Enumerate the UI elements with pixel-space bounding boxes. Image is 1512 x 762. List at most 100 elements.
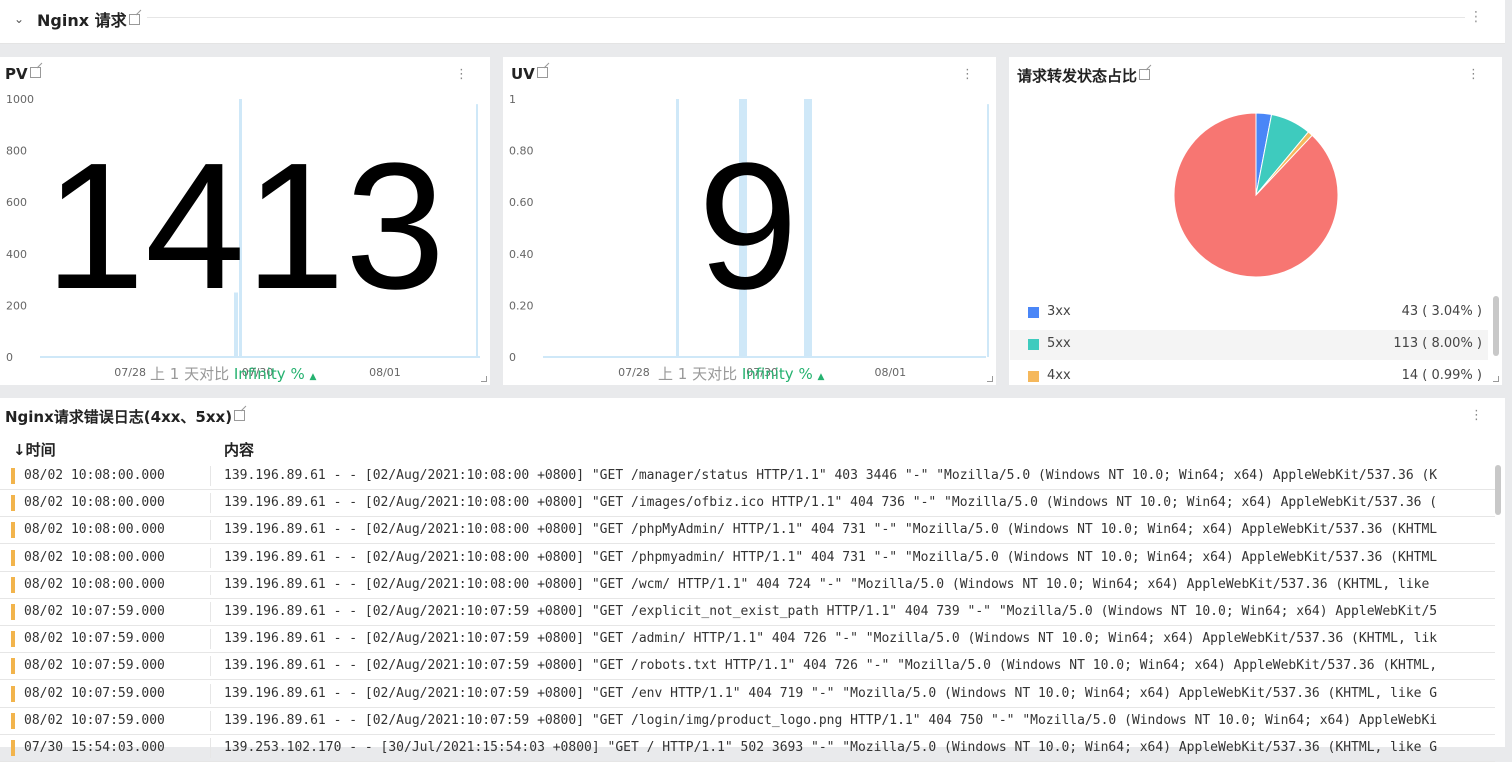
y-tick-label: 200 — [6, 299, 27, 312]
legend-scrollbar[interactable] — [1493, 296, 1499, 356]
y-tick-label: 600 — [6, 196, 27, 209]
level-marker — [11, 631, 15, 648]
pv-panel: PV ⋮ 1000 800 600 400 200 0 07/28 07/30 08/01 14… — [0, 57, 490, 385]
row-content: 139.196.89.61 - - [02/Aug/2021:10:07:59 … — [224, 631, 1438, 647]
pv-compare-label: 上 1 天对比 — [150, 365, 230, 383]
row-content: 139.196.89.61 - - [02/Aug/2021:10:07:59 … — [224, 604, 1438, 619]
column-divider — [210, 738, 211, 758]
y-tick-label: 0 — [6, 351, 13, 364]
y-tick-label: 0.20 — [509, 299, 534, 312]
level-marker — [11, 549, 15, 566]
pie-chart — [1173, 112, 1339, 278]
row-content: 139.196.89.61 - - [02/Aug/2021:10:08:00 … — [224, 549, 1438, 565]
uv-compare-label: 上 1 天对比 — [658, 365, 738, 383]
table-row[interactable]: 08/02 10:07:59.000 139.196.89.61 - - [02/… — [0, 681, 1495, 708]
legend-item-4xx[interactable]: 4xx 14 ( 0.99% ) — [1010, 362, 1488, 392]
level-marker — [11, 685, 15, 702]
table-row[interactable]: 08/02 10:07:59.000 139.196.89.61 - - [02/… — [0, 653, 1495, 681]
row-content: 139.196.89.61 - - [02/Aug/2021:10:07:59 … — [224, 658, 1438, 674]
row-content: 139.196.89.61 - - [02/Aug/2021:10:08:00 … — [224, 522, 1438, 538]
row-content: 139.196.89.61 - - [02/Aug/2021:10:07:59 … — [224, 712, 1438, 728]
pv-compare-value: Infinity % — [233, 365, 305, 383]
table-row[interactable]: 08/02 10:07:59.000 139.196.89.61 - - [02/… — [0, 708, 1495, 735]
row-time: 08/02 10:08:00.000 — [24, 549, 165, 565]
more-icon[interactable]: ⋮ — [1469, 8, 1483, 26]
column-header-time[interactable]: ↓时间 — [13, 439, 56, 460]
uv-compare: 上 1 天对比 Infinity % ▲ — [658, 363, 824, 384]
level-marker — [11, 468, 15, 484]
column-divider — [210, 683, 211, 704]
column-divider — [210, 493, 211, 514]
x-tick-label: 07/28 — [114, 366, 146, 379]
column-divider — [210, 656, 211, 677]
level-marker — [11, 740, 15, 756]
pie-slice-other[interactable] — [1173, 112, 1339, 278]
row-time: 08/02 10:07:59.000 — [24, 604, 165, 619]
edit-icon[interactable] — [234, 410, 246, 421]
table-row[interactable]: 08/02 10:08:00.000 139.196.89.61 - - [02/… — [0, 545, 1495, 572]
legend-swatch — [1028, 339, 1039, 350]
legend-label: 3xx — [1047, 304, 1071, 319]
legend-label: 5xx — [1047, 336, 1071, 351]
row-time: 08/02 10:08:00.000 — [24, 468, 165, 483]
uv-panel: UV ⋮ 1 0.80 0.60 0.40 0.20 0 07/28 07/30 08/01 9… — [503, 57, 996, 385]
section-title: Nginx 请求 — [37, 7, 140, 31]
resize-handle[interactable] — [1493, 376, 1499, 382]
log-scrollbar[interactable] — [1495, 465, 1501, 515]
y-tick-label: 0 — [509, 351, 516, 364]
table-row[interactable]: 07/30 15:54:03.000 139.253.102.170 - - [3… — [0, 735, 1495, 762]
x-tick-label: 08/01 — [874, 366, 906, 379]
legend-label: 4xx — [1047, 368, 1071, 383]
column-divider — [210, 602, 211, 622]
column-divider — [210, 574, 211, 595]
table-row[interactable]: 08/02 10:08:00.000 139.196.89.61 - - [02/… — [0, 572, 1495, 599]
row-time: 08/02 10:08:00.000 — [24, 495, 165, 511]
legend-swatch — [1028, 307, 1039, 318]
level-marker — [11, 495, 15, 512]
pv-compare: 上 1 天对比 Infinity % ▲ — [150, 363, 316, 384]
arrow-up-icon: ▲ — [309, 372, 317, 382]
table-row[interactable]: 08/02 10:08:00.000 139.196.89.61 - - [02/… — [0, 517, 1495, 545]
y-tick-label: 400 — [6, 248, 27, 261]
uv-stat-value: 9 — [697, 126, 799, 327]
table-row[interactable]: 08/02 10:07:59.000 139.196.89.61 - - [02/… — [0, 599, 1495, 626]
resize-handle[interactable] — [481, 376, 487, 382]
row-time: 08/02 10:07:59.000 — [24, 712, 165, 728]
section-header: ⌄ Nginx 请求 ⋮ — [0, 0, 1505, 44]
chevron-down-icon[interactable]: ⌄ — [14, 12, 24, 26]
series-spike — [476, 104, 478, 357]
more-icon[interactable]: ⋮ — [1470, 408, 1483, 423]
log-table-header: ↓时间 内容 — [0, 437, 1500, 463]
row-time: 08/02 10:07:59.000 — [24, 685, 165, 701]
level-marker — [11, 658, 15, 675]
row-time: 07/30 15:54:03.000 — [24, 740, 165, 755]
pv-stat-value: 1413 — [44, 126, 446, 327]
level-marker — [11, 712, 15, 729]
legend-item-5xx[interactable]: 5xx 113 ( 8.00% ) — [1010, 330, 1488, 360]
legend-value: 43 ( 3.04% ) — [1401, 304, 1482, 319]
uv-compare-value: Infinity % — [741, 365, 813, 383]
legend-item-3xx[interactable]: 3xx 43 ( 3.04% ) — [1010, 298, 1488, 328]
row-content: 139.196.89.61 - - [02/Aug/2021:10:08:00 … — [224, 468, 1438, 483]
table-row[interactable]: 08/02 10:08:00.000 139.196.89.61 - - [02/… — [0, 463, 1495, 490]
resize-handle[interactable] — [987, 376, 993, 382]
section-divider — [147, 17, 1465, 18]
series-spike — [987, 104, 989, 357]
table-row[interactable]: 08/02 10:07:59.000 139.196.89.61 - - [02/… — [0, 626, 1495, 654]
row-time: 08/02 10:08:00.000 — [24, 576, 165, 592]
log-panel-title: Nginx请求错误日志(4xx、5xx) — [5, 406, 246, 427]
x-tick-label: 07/28 — [618, 366, 650, 379]
y-tick-label: 1000 — [6, 93, 34, 106]
table-row[interactable]: 08/02 10:08:00.000 139.196.89.61 - - [02/… — [0, 490, 1495, 518]
row-content: 139.196.89.61 - - [02/Aug/2021:10:08:00 … — [224, 495, 1438, 511]
column-divider — [210, 466, 211, 486]
y-tick-label: 0.80 — [509, 145, 534, 158]
row-content: 139.196.89.61 - - [02/Aug/2021:10:07:59 … — [224, 685, 1438, 701]
row-time: 08/02 10:07:59.000 — [24, 631, 165, 647]
edit-icon[interactable] — [128, 14, 140, 25]
row-content: 139.253.102.170 - - [30/Jul/2021:15:54:0… — [224, 740, 1438, 755]
row-content: 139.196.89.61 - - [02/Aug/2021:10:08:00 … — [224, 576, 1430, 592]
level-marker — [11, 522, 15, 539]
y-tick-label: 0.60 — [509, 196, 534, 209]
level-marker — [11, 576, 15, 593]
